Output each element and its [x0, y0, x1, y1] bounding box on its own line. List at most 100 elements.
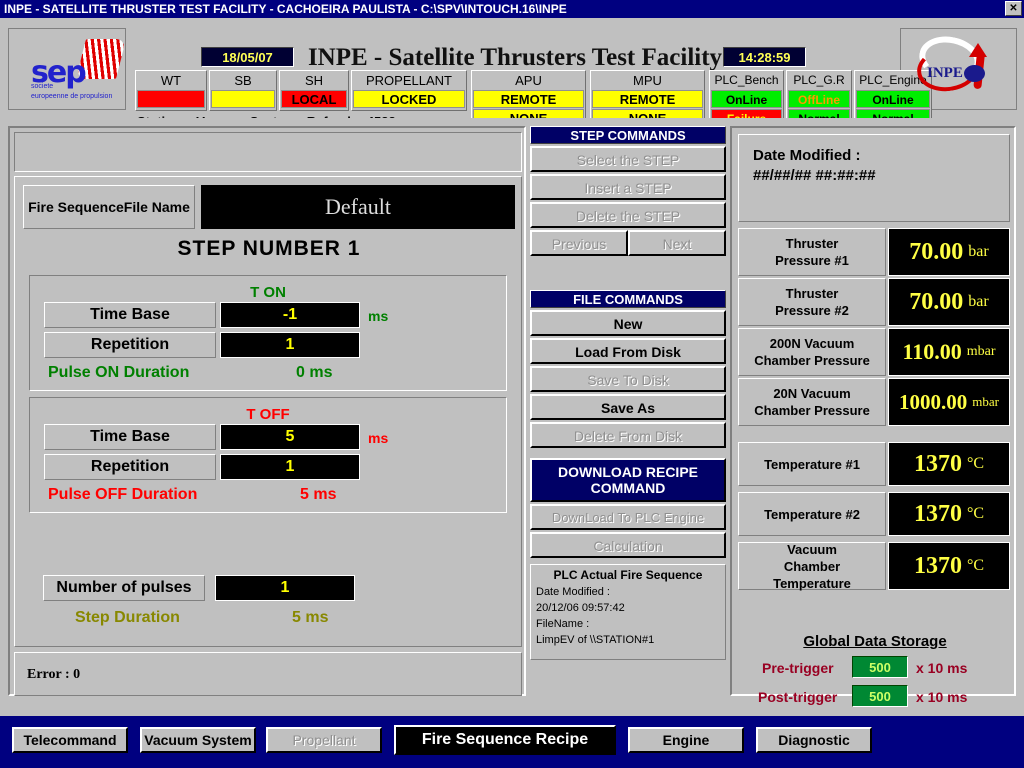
t-on-title: T ON	[250, 284, 286, 301]
status-group-propellant: PROPELLANT LOCKED	[351, 70, 467, 111]
meter-label-thruster-pressure-1-l1: Thruster	[785, 236, 839, 251]
t-off-group: T OFF Time Base 5 ms Repetition 1 Pulse …	[29, 397, 507, 513]
fire-sequence-file-label: Fire Sequence File Name	[23, 185, 195, 229]
status-value-wt	[137, 90, 205, 108]
meter-label-temperature-1: Temperature #1	[738, 442, 886, 486]
calculation-button[interactable]: Calculation	[530, 532, 726, 558]
date-modified-label: Date Modified :	[753, 147, 861, 164]
step-nav-row: Previous Next	[530, 230, 726, 256]
t-on-time-base-label: Time Base	[44, 302, 216, 328]
status-value-sb	[211, 90, 275, 108]
meter-number-temperature-1: 1370	[913, 450, 962, 477]
status-label-sh: SH	[281, 72, 347, 89]
t-on-group: T ON Time Base -1 ms Repetition 1 Pulse …	[29, 275, 507, 464]
meter-label-200n-vacuum-chamber-pressure: 200N Vacuum Chamber Pressure	[738, 328, 886, 376]
recipe-body: Fire Sequence File Name Default STEP NUM…	[14, 176, 522, 647]
status-label-propellant: PROPELLANT	[353, 72, 465, 89]
select-step-button[interactable]: Select the STEP	[530, 146, 726, 172]
pulse-on-duration-value: 0 ms	[296, 364, 333, 381]
nav-telecommand[interactable]: Telecommand	[12, 727, 128, 753]
meter-label-temperature-1-l1: Temperature #1	[764, 456, 860, 472]
nav-engine[interactable]: Engine	[628, 727, 744, 753]
meter-label-20n-l2: Chamber Pressure	[754, 403, 870, 418]
application-window: INPE - SATELLITE THRUSTER TEST FACILITY …	[0, 0, 1024, 768]
date-modified-value: ##/##/## ##:##:##	[753, 167, 876, 184]
number-of-pulses-value[interactable]: 1	[215, 575, 355, 601]
inpe-logo-word: INPE	[927, 65, 963, 81]
meter-number-thruster-pressure-1: 70.00	[909, 238, 964, 265]
nav-vacuum-system[interactable]: Vacuum System	[140, 727, 256, 753]
nav-propellant[interactable]: Propellant	[266, 727, 382, 753]
meter-label-vct-l2: Chamber	[783, 558, 841, 574]
t-on-repetition-label: Repetition	[44, 332, 216, 358]
download-recipe-header-l2: COMMAND	[590, 480, 666, 496]
sep-logo-line2: europeenne de propulsion	[31, 93, 113, 100]
meter-label-20n-vacuum-chamber-pressure: 20N Vacuum Chamber Pressure	[738, 378, 886, 426]
date-display: 18/05/07	[201, 47, 294, 67]
load-from-disk-button[interactable]: Load From Disk	[530, 338, 726, 364]
status-value-plc-gr-1: OffLine	[788, 90, 850, 108]
error-panel: Error : 0	[14, 652, 522, 696]
meter-value-temperature-1: 1370 °C	[888, 442, 1010, 486]
meter-label-thruster-pressure-2-l1: Thruster	[785, 286, 839, 301]
meter-label-20n-l1: 20N Vacuum	[773, 386, 851, 401]
meter-unit-temperature-1: °C	[966, 455, 985, 472]
header-band: sep societe europeenne de propulsion INP…	[0, 18, 1024, 131]
t-off-repetition-label: Repetition	[44, 454, 216, 480]
plc-filename-value: LimpEV of \\STATION#1	[536, 634, 655, 646]
status-label-plc-gr: PLC_G.R	[788, 72, 850, 89]
t-off-time-base-value[interactable]: 5	[220, 424, 360, 450]
meter-unit-temperature-2: °C	[966, 505, 985, 522]
meter-number-temperature-2: 1370	[913, 500, 962, 527]
meter-number-vct: 1370	[913, 552, 962, 579]
nav-fire-sequence-recipe[interactable]: Fire Sequence Recipe	[394, 725, 616, 755]
pulse-on-duration-label: Pulse ON Duration	[48, 364, 190, 381]
download-recipe-header-l1: DOWNLOAD RECIPE	[558, 464, 698, 480]
status-group-wt: WT	[135, 70, 207, 111]
meter-label-thruster-pressure-1: Thruster Pressure #1	[738, 228, 886, 276]
meter-number-200n: 110.00	[902, 339, 962, 364]
delete-from-disk-button[interactable]: Delete From Disk	[530, 422, 726, 448]
post-trigger-value[interactable]: 500	[852, 685, 908, 707]
file-commands-header: FILE COMMANDS	[530, 290, 726, 308]
status-group-sb: SB	[209, 70, 277, 111]
save-to-disk-button[interactable]: Save To Disk	[530, 366, 726, 392]
next-step-button[interactable]: Next	[628, 230, 726, 256]
meter-label-vct-l1: Vacuum	[787, 541, 837, 557]
download-to-plc-engine-button[interactable]: DownLoad To PLC Engine	[530, 504, 726, 530]
window-title-bar: INPE - SATELLITE THRUSTER TEST FACILITY …	[0, 0, 1024, 18]
command-column: STEP COMMANDS Select the STEP Insert a S…	[530, 126, 726, 696]
recipe-top-strip	[14, 132, 522, 172]
status-label-plc-bench: PLC_Bench	[711, 72, 782, 89]
new-file-button[interactable]: New	[530, 310, 726, 336]
meter-label-vacuum-chamber-temperature: Vacuum Chamber Temperature	[738, 541, 886, 591]
recipe-panel: Fire Sequence File Name Default STEP NUM…	[8, 126, 526, 696]
close-icon[interactable]: ✕	[1005, 1, 1022, 16]
previous-step-button[interactable]: Previous	[530, 230, 628, 256]
delete-step-button[interactable]: Delete the STEP	[530, 202, 726, 228]
meter-label-200n-l1: 200N Vacuum	[769, 336, 855, 351]
meter-label-temperature-2: Temperature #2	[738, 492, 886, 536]
t-off-repetition-value[interactable]: 1	[220, 454, 360, 480]
pre-trigger-unit: x 10 ms	[916, 660, 968, 676]
fire-sequence-file-label-l1: Fire Sequence	[28, 198, 124, 215]
insert-step-button[interactable]: Insert a STEP	[530, 174, 726, 200]
step-number-label: STEP NUMBER 1	[177, 237, 361, 260]
post-trigger-label: Post-trigger	[758, 689, 838, 705]
plc-date-modified-value: 20/12/06 09:57:42	[536, 602, 625, 614]
nav-diagnostic[interactable]: Diagnostic	[756, 727, 872, 753]
fire-sequence-file-label-l2: File Name	[123, 198, 190, 215]
error-text: Error : 0	[27, 667, 81, 682]
t-off-time-base-label: Time Base	[44, 424, 216, 450]
pre-trigger-value[interactable]: 500	[852, 656, 908, 678]
pre-trigger-label: Pre-trigger	[762, 660, 834, 676]
readouts-panel: Date Modified : ##/##/## ##:##:## Thrust…	[730, 126, 1016, 707]
t-on-time-base-unit: ms	[368, 308, 389, 324]
meter-label-thruster-pressure-2: Thruster Pressure #2	[738, 278, 886, 326]
status-label-wt: WT	[137, 72, 205, 89]
t-on-time-base-value[interactable]: -1	[220, 302, 360, 328]
meter-unit-thruster-pressure-2: bar	[968, 293, 989, 310]
save-as-button[interactable]: Save As	[530, 394, 726, 420]
t-on-repetition-value[interactable]: 1	[220, 332, 360, 358]
fire-sequence-file-value[interactable]: Default	[201, 185, 515, 229]
